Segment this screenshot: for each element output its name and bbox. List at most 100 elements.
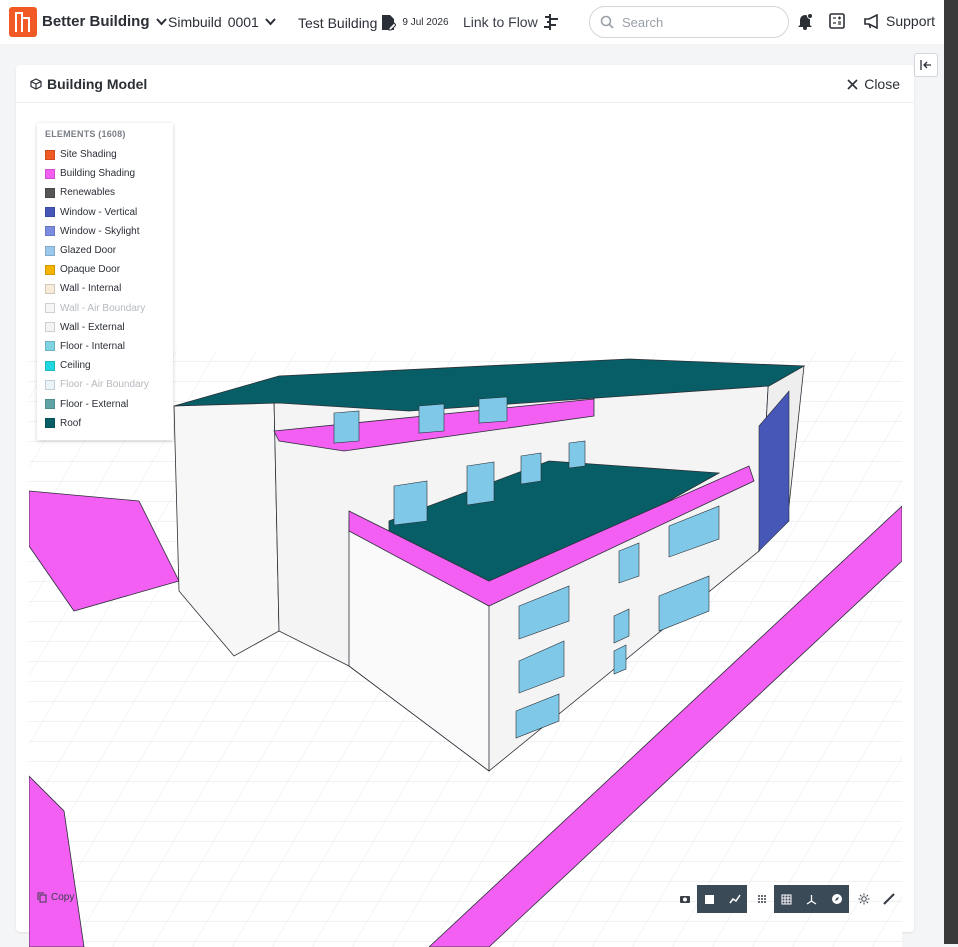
legend-item[interactable]: Building Shading [45,164,173,183]
close-icon [847,78,858,90]
points-toggle-button[interactable] [749,885,774,913]
solid-view-button[interactable] [697,885,722,913]
panel-title-label: Building Model [47,76,148,92]
close-label: Close [864,76,900,92]
legend-item-label: Wall - Internal [60,283,122,295]
megaphone-icon [864,13,878,29]
legend-item[interactable]: Floor - Internal [45,337,173,356]
link-to-flow[interactable]: Link to Flow [463,14,560,30]
copy-label: Copy [51,892,75,903]
line-chart-icon [728,894,741,904]
legend-items: Site Shading Building Shading Renewables Wi… [45,145,173,433]
legend-item-label: Window - Vertical [60,206,138,218]
legend-swatch [45,283,55,294]
building-name: Test Building [298,14,378,31]
support-button[interactable]: Support [864,13,935,29]
legend-item[interactable]: Wall - Air Boundary [45,299,173,318]
legend-item[interactable]: Opaque Door [45,260,173,279]
legend-item[interactable]: Site Shading [45,145,173,164]
legend-swatch [45,168,55,179]
measure-button[interactable] [876,885,901,913]
legend-item-label: Opaque Door [60,264,121,276]
legend-swatch [45,187,55,198]
search-box[interactable] [589,6,789,38]
flow-icon [543,14,558,30]
grid-toggle-button[interactable] [774,885,799,913]
cube-outline-icon [30,78,42,90]
top-navigation-bar: Better Building Simbuild 0001 Test Build… [0,0,944,44]
viewport-toolbar: Copy [29,885,902,913]
legend-item-label: Roof [60,417,82,429]
flow-link-label: Link to Flow [463,14,538,30]
legend-swatch [45,245,55,256]
support-label: Support [886,13,936,29]
legend-item-label: Renewables [60,187,116,199]
legend-swatch [45,303,55,314]
collapse-arrow-icon [920,60,931,70]
legend-item[interactable]: Floor - Air Boundary [45,375,173,394]
sun-icon [858,893,869,905]
legend-item[interactable]: Glazed Door [45,241,173,260]
building-date: 9 Jul 2026 [402,17,449,28]
legend-item[interactable]: Wall - External [45,318,173,337]
brand-menu[interactable]: Better Building [42,13,167,30]
legend-item-label: Window - Skylight [60,225,140,237]
elements-legend: ELEMENTS (1608) Site Shading Building Sha… [37,123,173,440]
legend-item-label: Building Shading [60,168,136,180]
camera-button[interactable] [672,885,697,913]
simbuild-selector[interactable]: Simbuild 0001 [168,14,276,30]
calculator-icon[interactable] [829,13,845,34]
chart-view-button[interactable] [722,885,747,913]
collapse-panel-button[interactable] [914,53,938,77]
close-button[interactable]: Close [847,76,900,92]
legend-swatch [45,264,55,275]
legend-item-label: Wall - Air Boundary [60,302,146,314]
search-input[interactable] [622,14,772,30]
legend-swatch [45,341,55,352]
legend-item[interactable]: Window - Skylight [45,222,173,241]
legend-swatch [45,149,55,160]
notifications-bell-icon[interactable] [797,13,813,35]
legend-swatch [45,360,55,371]
legend-swatch [45,418,55,429]
legend-item-label: Site Shading [60,149,117,161]
legend-item-label: Floor - External [60,398,129,410]
copy-icon [37,892,47,903]
legend-item[interactable]: Roof [45,414,173,433]
legend-item[interactable]: Floor - External [45,394,173,413]
document-edit-icon [382,15,397,31]
brand-label: Better Building [42,13,150,30]
chevron-down-icon [155,17,167,25]
app-logo-icon[interactable] [9,7,37,37]
compass-toggle-button[interactable] [824,885,849,913]
legend-item[interactable]: Wall - Internal [45,279,173,298]
building-info[interactable]: Test Building 9 Jul 2026 [298,14,449,31]
ruler-icon [882,893,895,905]
legend-item-label: Ceiling [60,360,91,372]
lighting-button[interactable] [851,885,876,913]
grid-icon [781,894,792,904]
legend-item-label: Wall - External [60,321,125,333]
legend-swatch [45,226,55,237]
dots-grid-icon [757,895,766,903]
axes-icon [806,894,817,905]
legend-swatch [45,399,55,410]
cube-icon [705,894,714,904]
legend-item-label: Floor - Internal [60,340,126,352]
legend-item[interactable]: Window - Vertical [45,203,173,222]
building-model-panel: Building Model Close ELEMENTS (1608) Sit… [16,65,914,947]
legend-item[interactable]: Renewables [45,183,173,202]
legend-swatch [45,322,55,333]
copy-button[interactable]: Copy [37,892,74,903]
search-icon [600,15,614,29]
panel-title: Building Model [30,76,147,92]
legend-title: ELEMENTS (1608) [45,129,126,139]
legend-item[interactable]: Ceiling [45,356,173,375]
axes-toggle-button[interactable] [799,885,824,913]
compass-icon [831,894,842,904]
simbuild-label: Simbuild [168,14,222,30]
legend-item-label: Glazed Door [60,245,117,257]
legend-item-label: Floor - Air Boundary [60,379,149,391]
page-scrollbar[interactable] [944,0,958,944]
chevron-down-icon [265,18,276,26]
